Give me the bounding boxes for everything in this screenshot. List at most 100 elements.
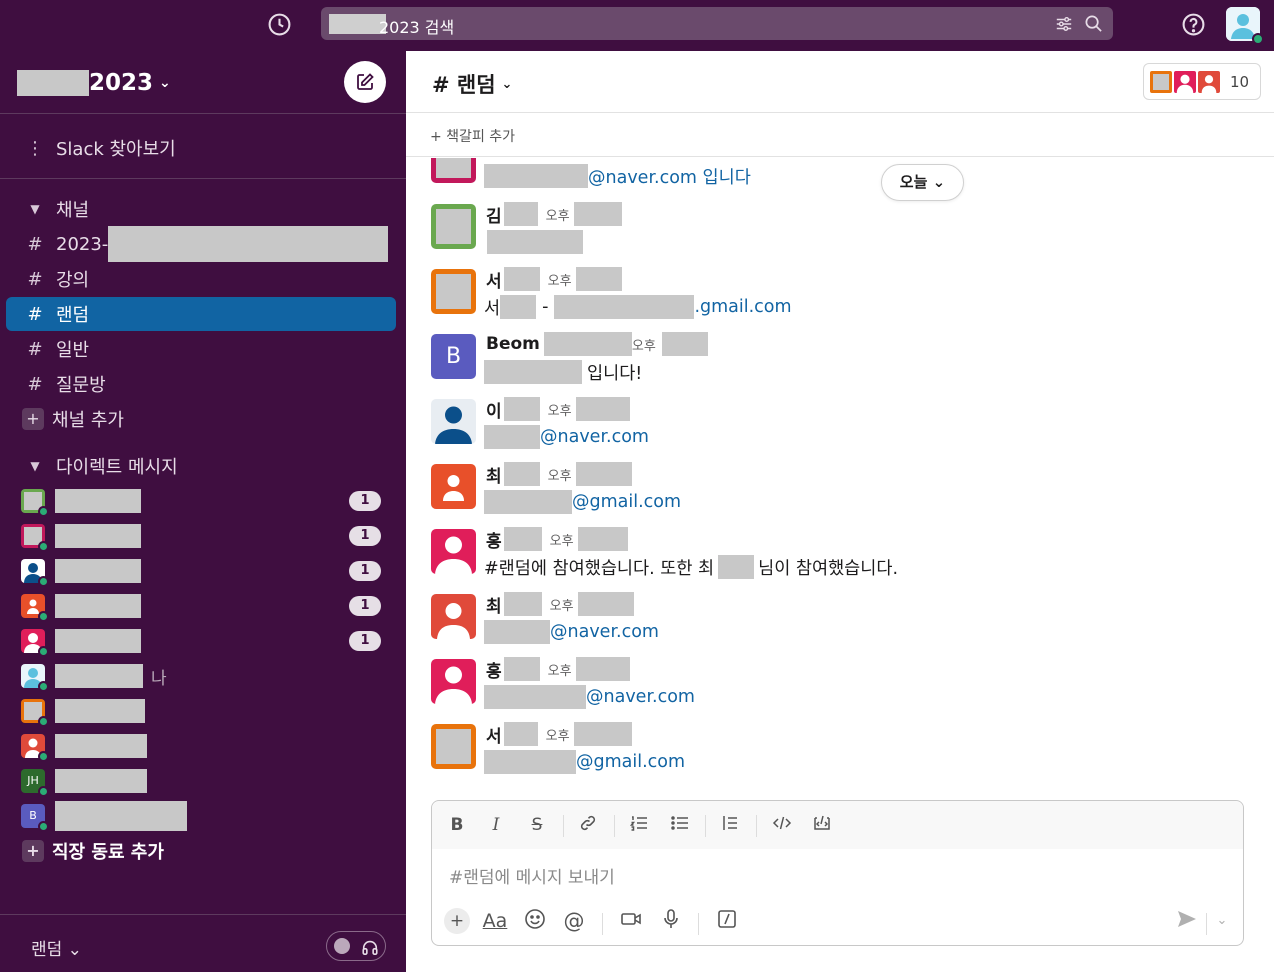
- dm-item[interactable]: B: [6, 799, 396, 833]
- compose-button[interactable]: [344, 61, 386, 103]
- code-block-icon[interactable]: [810, 813, 834, 837]
- message-item[interactable]: 김 오후: [406, 202, 1274, 269]
- message-list: @naver.com 입니다 김 오후 서 오후 서 - .gmail.com …: [406, 158, 1274, 798]
- unread-badge: 1: [349, 631, 381, 651]
- message-avatar[interactable]: [431, 399, 476, 444]
- dm-item[interactable]: 1: [6, 554, 396, 588]
- redacted-channel-name: [108, 226, 389, 262]
- redacted-user-name: [55, 559, 141, 583]
- attach-plus-button[interactable]: +: [444, 908, 470, 934]
- blockquote-icon[interactable]: [718, 813, 742, 837]
- send-options-chevron-icon[interactable]: ⌄: [1209, 908, 1235, 934]
- bulleted-list-icon[interactable]: [668, 813, 692, 837]
- member-list-button[interactable]: 10: [1143, 63, 1261, 100]
- channel-label: 2023-: [56, 233, 109, 255]
- huddle-toggle[interactable]: [326, 931, 386, 961]
- message-author[interactable]: 홍 오후: [486, 657, 630, 682]
- dm-item[interactable]: [6, 694, 396, 728]
- search-icon[interactable]: [1084, 14, 1103, 33]
- redacted-text: [573, 722, 632, 746]
- message-item[interactable]: 홍 오후 @naver.com: [406, 657, 1274, 724]
- message-avatar[interactable]: B: [431, 334, 476, 379]
- message-author[interactable]: 최 오후: [486, 462, 632, 487]
- sidebar-channel-random[interactable]: # 랜덤: [6, 297, 396, 331]
- search-filter-icon[interactable]: [1055, 15, 1073, 33]
- message-author[interactable]: 이 오후: [486, 397, 630, 422]
- user-avatar[interactable]: [1226, 7, 1264, 45]
- add-channel-button[interactable]: + 채널 추가: [6, 402, 396, 436]
- message-item[interactable]: 최 오후 @gmail.com: [406, 462, 1274, 529]
- emoji-icon[interactable]: [522, 908, 548, 934]
- message-item[interactable]: B Beom 오후 입니다!: [406, 332, 1274, 399]
- help-icon[interactable]: [1181, 12, 1206, 37]
- send-icon[interactable]: [1174, 908, 1200, 934]
- add-coworker-button[interactable]: + 직장 동료 추가: [6, 834, 396, 868]
- message-author[interactable]: 최 오후: [486, 592, 634, 617]
- channel-title-text: # 랜덤: [432, 73, 496, 97]
- link-icon[interactable]: [576, 813, 600, 837]
- message-author[interactable]: 김 오후: [486, 202, 622, 227]
- dm-item[interactable]: JH: [6, 764, 396, 798]
- sidebar-channel-general[interactable]: # 일반: [6, 332, 396, 366]
- message-author[interactable]: Beom 오후: [486, 332, 708, 356]
- message-input[interactable]: #랜덤에 메시지 보내기: [449, 863, 615, 888]
- sidebar-channel-2023[interactable]: # 2023-: [6, 226, 396, 262]
- message-composer: B I S #랜덤에 메시지 보내기 + Aa @ ⌄: [431, 800, 1244, 946]
- hash-icon: #: [27, 233, 43, 255]
- microphone-icon[interactable]: [658, 908, 684, 934]
- message-item[interactable]: 최 오후 @naver.com: [406, 592, 1274, 659]
- slash-command-icon[interactable]: [714, 908, 740, 934]
- sidebar-channel-questions[interactable]: # 질문방: [6, 367, 396, 401]
- italic-button[interactable]: I: [484, 813, 508, 837]
- dm-item[interactable]: [6, 729, 396, 763]
- bold-button[interactable]: B: [445, 813, 469, 837]
- message-body: 서 - .gmail.com: [484, 295, 792, 319]
- channels-section-header[interactable]: ▼ 채널: [6, 192, 396, 226]
- message-avatar[interactable]: [431, 594, 476, 639]
- redacted-user-name: [55, 594, 141, 618]
- message-author[interactable]: 서 오후: [486, 267, 622, 292]
- history-clock-icon[interactable]: [267, 12, 292, 37]
- hash-icon: #: [27, 303, 43, 325]
- code-icon[interactable]: [770, 813, 794, 837]
- formatting-toggle-button[interactable]: Aa: [482, 908, 508, 934]
- redacted-text: [503, 657, 540, 681]
- message-avatar[interactable]: [431, 204, 476, 249]
- message-item[interactable]: 홍 오후 #랜덤에 참여했습니다. 또한 최 님이 참여했습니다.: [406, 527, 1274, 594]
- message-avatar[interactable]: [431, 529, 476, 574]
- add-bookmark-button[interactable]: + 책갈피 추가: [430, 126, 515, 146]
- channel-title[interactable]: # 랜덤 ⌄: [432, 69, 512, 99]
- dm-item[interactable]: 1: [6, 484, 396, 518]
- message-body: @gmail.com: [484, 750, 685, 774]
- video-clip-icon[interactable]: [618, 908, 644, 934]
- workspace-name[interactable]: 2023 ⌄: [17, 69, 171, 97]
- search-bar[interactable]: 2023 검색: [321, 7, 1113, 40]
- unread-badge: 1: [349, 491, 381, 511]
- message-avatar[interactable]: [431, 724, 476, 769]
- footer-channel-selector[interactable]: 랜덤 ⌄: [31, 935, 82, 960]
- message-avatar[interactable]: [431, 269, 476, 314]
- ordered-list-icon[interactable]: [627, 813, 651, 837]
- message-item[interactable]: 서 오후 서 - .gmail.com: [406, 267, 1274, 334]
- message-avatar[interactable]: [431, 158, 476, 183]
- unread-badge: 1: [349, 561, 381, 581]
- message-item[interactable]: @naver.com 입니다: [406, 158, 1274, 203]
- dm-item[interactable]: 1: [6, 589, 396, 623]
- dm-section-header[interactable]: ▼ 다이렉트 메시지: [6, 449, 396, 483]
- mention-icon[interactable]: @: [561, 908, 587, 934]
- message-avatar[interactable]: [431, 659, 476, 704]
- strikethrough-button[interactable]: S: [525, 813, 549, 837]
- sidebar-divider: [0, 113, 406, 114]
- dm-item-self[interactable]: 나: [6, 659, 396, 693]
- sidebar-item-browse-slack[interactable]: ⋮ Slack 찾아보기: [6, 131, 396, 165]
- message-author[interactable]: 홍 오후: [486, 527, 628, 552]
- dm-item[interactable]: 1: [6, 519, 396, 553]
- message-item[interactable]: 이 오후 @naver.com: [406, 397, 1274, 464]
- message-time: 오후: [549, 598, 574, 614]
- date-jump-button[interactable]: 오늘 ⌄: [881, 164, 964, 201]
- dm-item[interactable]: 1: [6, 624, 396, 658]
- sidebar-channel-lecture[interactable]: # 강의: [6, 262, 396, 296]
- message-author[interactable]: 서 오후: [486, 722, 632, 747]
- message-avatar[interactable]: [431, 464, 476, 509]
- message-item[interactable]: 서 오후 @gmail.com: [406, 722, 1274, 789]
